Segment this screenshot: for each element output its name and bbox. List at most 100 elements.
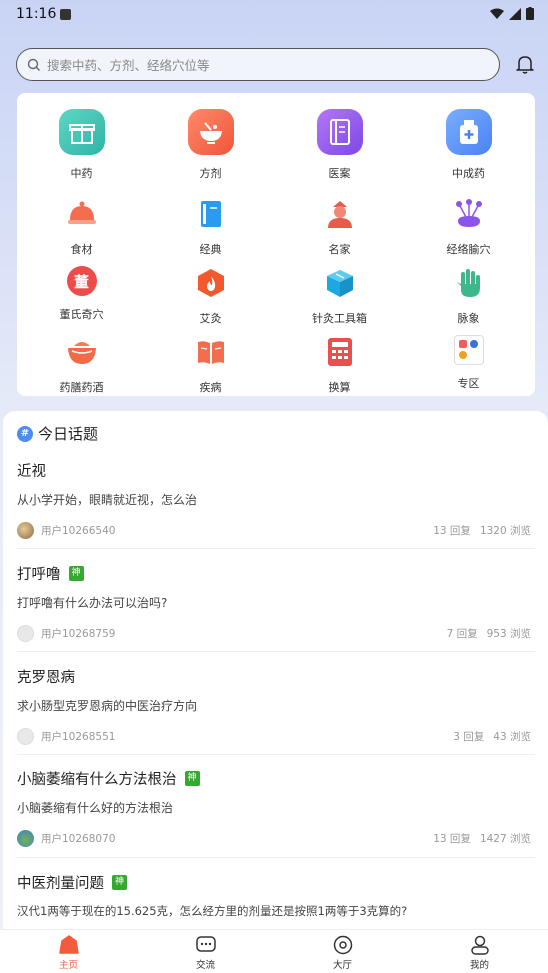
username[interactable]: 用户10268551 bbox=[41, 729, 115, 744]
grid-item-jibing[interactable]: 疾病 bbox=[146, 335, 275, 395]
signal-icon bbox=[509, 7, 521, 20]
topic-stats: 13 回复 1427 浏览 bbox=[433, 832, 531, 845]
topic-desc: 打呼噜有什么办法可以治吗? bbox=[17, 596, 168, 610]
topic-title: 克罗恩病 bbox=[17, 670, 75, 686]
nav-label: 主页 bbox=[58, 960, 78, 971]
grid-label: 董氏奇穴 bbox=[59, 308, 104, 321]
grid-item-dongshi[interactable]: 董 董氏奇穴 bbox=[17, 266, 146, 322]
topic-meta: 用户10268551 3 回复 43 浏览 bbox=[17, 727, 535, 745]
divider bbox=[17, 651, 535, 652]
grid-item-zhenjiu-toolbox[interactable]: 针灸工具箱 bbox=[275, 266, 404, 326]
divider bbox=[17, 857, 535, 858]
grid-item-shicai[interactable]: 食材 bbox=[17, 197, 146, 257]
grid-item-aijiu[interactable]: 艾灸 bbox=[146, 266, 275, 326]
grid-label: 药膳药酒 bbox=[59, 381, 104, 394]
topics-header: # 今日话题 bbox=[17, 423, 98, 444]
grid-label: 名家 bbox=[328, 243, 351, 256]
topics-title: 今日话题 bbox=[38, 425, 99, 443]
bell-icon[interactable] bbox=[516, 54, 534, 74]
status-indicators bbox=[490, 7, 534, 20]
divider bbox=[17, 548, 535, 549]
topic-desc: 小脑萎缩有什么好的方法根治 bbox=[17, 801, 174, 815]
search-icon bbox=[27, 58, 40, 71]
grid-item-zhongchengyao[interactable]: 中成药 bbox=[404, 109, 533, 181]
avatar[interactable] bbox=[17, 829, 34, 847]
dong-seal-icon: 董 bbox=[66, 266, 97, 296]
avatar[interactable] bbox=[17, 727, 34, 745]
topic-desc: 从小学开始，眼睛就近视，怎么治 bbox=[17, 493, 198, 507]
topic-title: 打呼噜神 bbox=[17, 563, 535, 584]
topic-title: 小脑萎缩有什么方法根治神 bbox=[17, 768, 535, 789]
status-time: 11:16 bbox=[16, 6, 57, 22]
topic-title: 近视 bbox=[17, 464, 46, 480]
grid-item-yaoshan[interactable]: 药膳药酒 bbox=[17, 335, 146, 395]
profile-icon bbox=[470, 935, 489, 955]
nav-label: 我的 bbox=[469, 960, 489, 971]
grid-label: 专区 bbox=[457, 377, 480, 390]
grid-label: 脉象 bbox=[457, 312, 480, 325]
topics-section: # 今日话题 近视 从小学开始，眼睛就近视，怎么治 用户10266540 13 … bbox=[3, 411, 548, 931]
food-cloche-icon bbox=[65, 197, 99, 231]
hash-icon: # bbox=[17, 425, 33, 442]
grid-label: 方剂 bbox=[199, 167, 222, 180]
grid-item-mingjia[interactable]: 名家 bbox=[275, 197, 404, 257]
grid-item-zhuanqu[interactable]: 专区 bbox=[404, 335, 533, 391]
topic-item[interactable]: 近视 从小学开始，眼睛就近视，怎么治 用户10266540 13 回复 1320 … bbox=[17, 460, 535, 539]
topic-item[interactable]: 克罗恩病 求小肠型克罗恩病的中医治疗方向 用户10268551 3 回复 43 浏… bbox=[17, 666, 535, 745]
grid-item-zhongyao[interactable]: 中药 bbox=[17, 109, 146, 181]
topic-item[interactable]: 小脑萎缩有什么方法根治神 小脑萎缩有什么好的方法根治 用户10268070 13… bbox=[17, 768, 535, 847]
divider bbox=[17, 754, 535, 755]
username[interactable]: 用户10266540 bbox=[41, 523, 115, 538]
username[interactable]: 用户10268070 bbox=[41, 831, 115, 846]
nav-hall[interactable]: 大厅 bbox=[274, 930, 411, 973]
grid-item-jingluo[interactable]: 经络腧穴 bbox=[404, 197, 533, 257]
moxibustion-flame-icon bbox=[194, 266, 228, 300]
notebook-icon bbox=[316, 109, 363, 155]
hall-icon bbox=[333, 935, 352, 955]
special-zone-icon bbox=[453, 335, 484, 365]
wifi-icon bbox=[490, 8, 504, 19]
search-placeholder: 搜索中药、方剂、经络穴位等 bbox=[47, 58, 210, 73]
famous-doctor-icon bbox=[323, 197, 357, 231]
grid-item-huansuan[interactable]: 换算 bbox=[275, 335, 404, 395]
herbal-bowl-icon bbox=[65, 335, 99, 369]
grid-item-yian[interactable]: 医案 bbox=[275, 109, 404, 181]
grid-item-fangji[interactable]: 方剂 bbox=[146, 109, 275, 181]
home-icon bbox=[58, 935, 79, 954]
grid-item-jingdian[interactable]: 经典 bbox=[146, 197, 275, 257]
shen-badge: 神 bbox=[68, 566, 84, 581]
grid-label: 中药 bbox=[70, 167, 93, 180]
topic-title: 中医剂量问题神 bbox=[17, 872, 535, 893]
nav-chat[interactable]: 交流 bbox=[137, 930, 274, 973]
username[interactable]: 用户10268759 bbox=[41, 626, 115, 641]
grid-label: 艾灸 bbox=[199, 312, 222, 325]
topic-desc: 求小肠型克罗恩病的中医治疗方向 bbox=[17, 699, 198, 713]
grid-label: 医案 bbox=[328, 167, 351, 180]
calculator-icon bbox=[323, 335, 357, 369]
shen-badge: 神 bbox=[112, 875, 127, 890]
avatar[interactable] bbox=[17, 521, 34, 539]
toolbox-cube-icon bbox=[323, 266, 357, 300]
grid-item-maixiang[interactable]: 脉象 bbox=[404, 266, 533, 326]
status-bar: 11:16 bbox=[0, 0, 548, 30]
classic-book-icon bbox=[194, 197, 228, 231]
dong-glyph: 董 bbox=[73, 272, 89, 291]
topic-stats: 3 回复 43 浏览 bbox=[453, 730, 531, 743]
chat-icon bbox=[195, 936, 216, 952]
search-row: 搜索中药、方剂、经络穴位等 bbox=[16, 48, 536, 82]
topic-desc: 汉代1两等于现在的15.625克，怎么经方里的剂量还是按照1两等于3克算的? bbox=[17, 904, 408, 918]
grid-label: 经典 bbox=[199, 243, 222, 256]
grid-label: 食材 bbox=[70, 243, 93, 256]
grid-label: 疾病 bbox=[199, 381, 222, 394]
grid-label: 中成药 bbox=[452, 167, 485, 180]
battery-icon bbox=[526, 7, 534, 20]
search-input[interactable]: 搜索中药、方剂、经络穴位等 bbox=[16, 48, 500, 81]
nav-profile[interactable]: 我的 bbox=[411, 930, 548, 973]
nav-home[interactable]: 主页 bbox=[0, 930, 137, 973]
grid-label: 针灸工具箱 bbox=[312, 312, 367, 325]
topic-item[interactable]: 中医剂量问题神 汉代1两等于现在的15.625克，怎么经方里的剂量还是按照1两等… bbox=[17, 872, 535, 919]
topic-meta: 用户10268070 13 回复 1427 浏览 bbox=[17, 829, 535, 847]
nav-label: 交流 bbox=[195, 960, 215, 971]
avatar[interactable] bbox=[17, 624, 34, 642]
topic-item[interactable]: 打呼噜神 打呼噜有什么办法可以治吗? 用户10268759 7 回复 953 浏览 bbox=[17, 563, 535, 642]
